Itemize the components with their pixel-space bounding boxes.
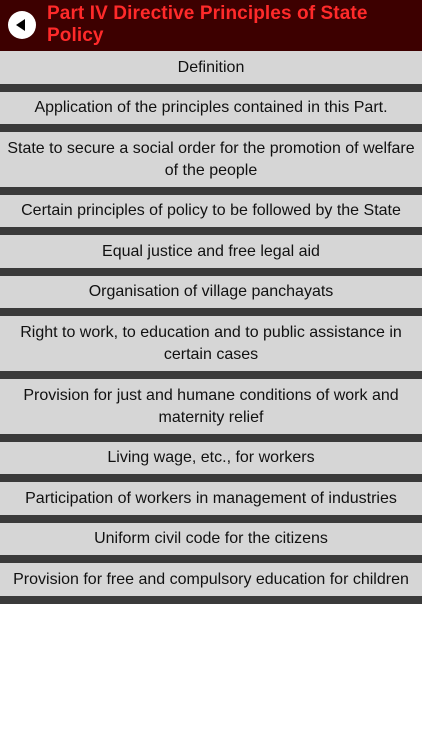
list-divider xyxy=(0,84,422,92)
list-item-maternity-relief[interactable]: Provision for just and humane conditions… xyxy=(0,379,422,434)
list-divider xyxy=(0,371,422,379)
list-divider xyxy=(0,515,422,523)
list-divider xyxy=(0,555,422,563)
list-item-application[interactable]: Application of the principles contained … xyxy=(0,92,422,124)
list-divider xyxy=(0,268,422,276)
list-item-living-wage[interactable]: Living wage, etc., for workers xyxy=(0,442,422,474)
list-item-right-to-work[interactable]: Right to work, to education and to publi… xyxy=(0,316,422,371)
app-header: Part IV Directive Principles of State Po… xyxy=(0,0,422,51)
list-divider xyxy=(0,124,422,132)
list-divider xyxy=(0,474,422,482)
back-button[interactable] xyxy=(8,11,36,39)
list-item-free-education[interactable]: Provision for free and compulsory educat… xyxy=(0,563,422,596)
list-divider xyxy=(0,596,422,604)
list-divider xyxy=(0,227,422,235)
list-item-social-order[interactable]: State to secure a social order for the p… xyxy=(0,132,422,187)
list-item-workers-participation[interactable]: Participation of workers in management o… xyxy=(0,482,422,515)
list-divider xyxy=(0,308,422,316)
back-arrow-icon xyxy=(16,19,25,31)
list-item-village-panchayats[interactable]: Organisation of village panchayats xyxy=(0,276,422,308)
section-list: Definition Application of the principles… xyxy=(0,51,422,604)
page-title: Part IV Directive Principles of State Po… xyxy=(47,3,368,46)
list-divider xyxy=(0,434,422,442)
list-item-legal-aid[interactable]: Equal justice and free legal aid xyxy=(0,235,422,268)
list-item-principles-of-policy[interactable]: Certain principles of policy to be follo… xyxy=(0,195,422,227)
list-divider xyxy=(0,187,422,195)
list-item-definition[interactable]: Definition xyxy=(0,51,422,84)
list-item-uniform-civil-code[interactable]: Uniform civil code for the citizens xyxy=(0,523,422,555)
